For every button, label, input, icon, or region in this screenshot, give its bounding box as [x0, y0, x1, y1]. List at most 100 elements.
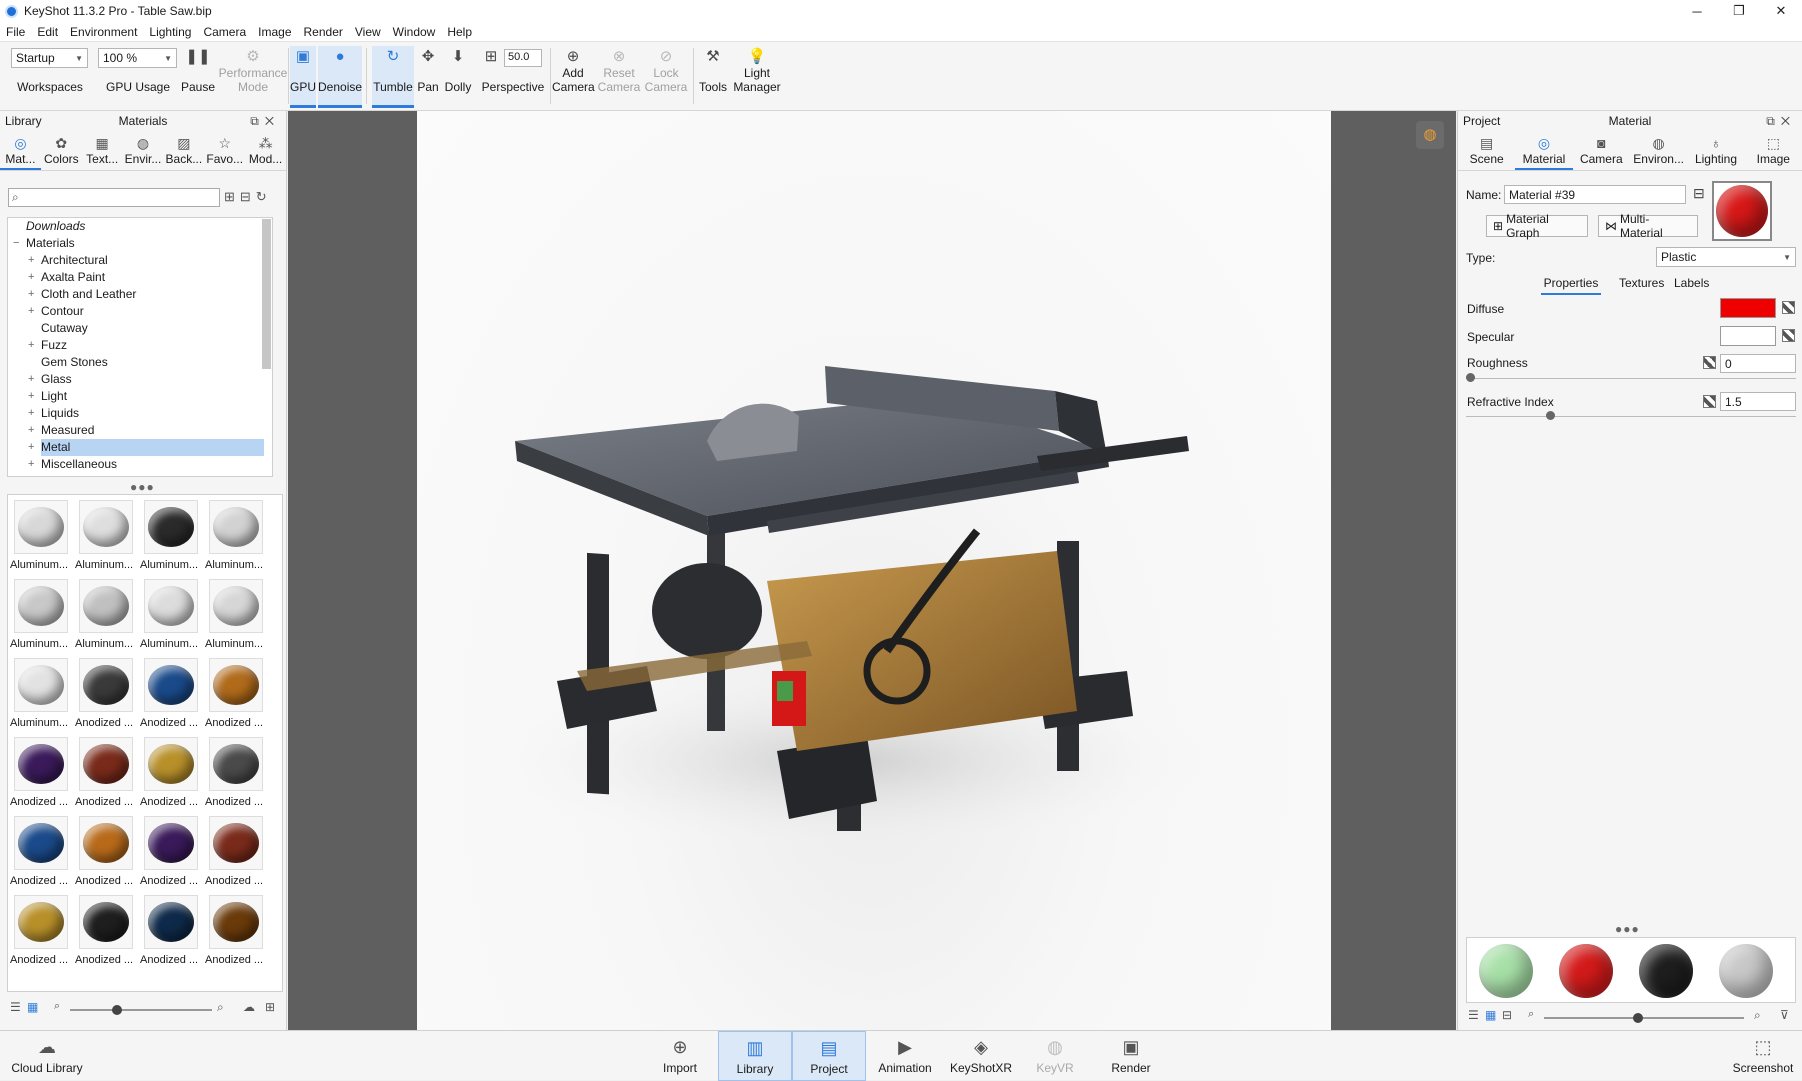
tree-item[interactable]: Cutaway [8, 320, 272, 337]
zoom-in-icon[interactable]: ⌕ [217, 1000, 224, 1015]
specular-texture-icon[interactable] [1782, 329, 1795, 342]
expand-icon[interactable]: + [28, 252, 34, 269]
add-camera-button[interactable]: ⊕ Add Camera [552, 46, 595, 108]
render-button[interactable]: ▣ Render [1104, 1031, 1158, 1081]
cloud-library-button[interactable]: ☁ Cloud Library [8, 1031, 86, 1081]
material-thumbnail[interactable]: Anodized ... [205, 734, 267, 813]
tree-item[interactable]: + Liquids [8, 405, 272, 422]
zoom-in-icon[interactable]: ⌕ [1754, 1008, 1761, 1023]
viewport-globe-icon[interactable]: ◍ [1416, 121, 1444, 149]
scene-material-ball[interactable] [1559, 944, 1613, 998]
material-thumbnail[interactable]: Anodized ... [10, 813, 72, 892]
roughness-slider[interactable] [1466, 378, 1796, 379]
diffuse-texture-icon[interactable] [1782, 301, 1795, 314]
screenshot-button[interactable]: ⬚ Screenshot [1728, 1031, 1798, 1081]
filter-icon[interactable]: ⊽ [1780, 1008, 1789, 1022]
grid-view-icon[interactable]: ▦ [1485, 1008, 1496, 1022]
thumbnail-size-slider[interactable] [1544, 1017, 1744, 1019]
light-manager-button[interactable]: 💡 Light Manager [732, 46, 782, 108]
tab-favorites[interactable]: ☆ Favo... [204, 131, 245, 170]
material-thumbnail[interactable]: Anodized ... [75, 892, 137, 971]
lock-camera-button[interactable]: ⊘ Lock Camera [644, 46, 688, 108]
menu-environment[interactable]: Environment [70, 25, 137, 39]
menu-edit[interactable]: Edit [37, 25, 58, 39]
tree-item[interactable]: + Measured [8, 422, 272, 439]
dolly-button[interactable]: ⬇ Dolly [442, 46, 474, 108]
project-toggle-button[interactable]: ▤ Project [792, 1031, 866, 1081]
material-thumbnail[interactable]: Aluminum... [140, 576, 202, 655]
performance-mode-button[interactable]: ⚙ Performance Mode [218, 46, 288, 108]
scene-material-ball[interactable] [1719, 944, 1773, 998]
splitter-dots[interactable]: ●●● [130, 480, 155, 494]
roughness-input[interactable]: 0 [1720, 354, 1796, 373]
keyvr-button[interactable]: ◍ KeyVR [1030, 1031, 1080, 1081]
material-thumbnail[interactable]: Anodized ... [140, 734, 202, 813]
scene-material-ball[interactable] [1639, 944, 1693, 998]
material-thumbnail[interactable]: Aluminum... [205, 497, 267, 576]
tab-colors[interactable]: ✿ Colors [41, 131, 82, 170]
render-canvas[interactable] [417, 111, 1331, 1030]
minimize-button[interactable]: ─ [1676, 0, 1718, 22]
tree-item[interactable]: + Light [8, 388, 272, 405]
material-thumbnail[interactable]: Anodized ... [140, 813, 202, 892]
expand-icon[interactable]: + [28, 371, 34, 388]
tab-environments[interactable]: ◍ Envir... [123, 131, 164, 170]
reset-camera-button[interactable]: ⊗ Reset Camera [596, 46, 642, 108]
denoise-toggle[interactable]: ● Denoise [318, 46, 362, 108]
folder-actions[interactable]: ⊞⊟↻ [224, 189, 272, 205]
material-thumbnail[interactable]: Aluminum... [10, 497, 72, 576]
material-thumbnail[interactable]: Anodized ... [205, 655, 267, 734]
tree-item[interactable]: + Axalta Paint [8, 269, 272, 286]
roughness-texture-icon[interactable] [1703, 356, 1716, 369]
panel-controls[interactable]: ⧉✕ [1766, 114, 1796, 129]
tree-item[interactable]: + Glass [8, 371, 272, 388]
menu-file[interactable]: File [6, 25, 25, 39]
menu-window[interactable]: Window [393, 25, 436, 39]
menu-image[interactable]: Image [258, 25, 291, 39]
tab-environment[interactable]: ◍ Environ... [1630, 131, 1687, 170]
expand-icon[interactable]: + [28, 405, 34, 422]
material-thumbnail[interactable]: Anodized ... [10, 892, 72, 971]
refractive-index-input[interactable]: 1.5 [1720, 392, 1796, 411]
field-of-view-input[interactable]: 50.0 [504, 49, 542, 67]
material-graph-button[interactable]: ⊞ Material Graph [1486, 212, 1588, 240]
subtab-labels[interactable]: Labels [1674, 276, 1709, 290]
refractive-index-slider[interactable] [1466, 416, 1796, 417]
import-button[interactable]: ⊕ Import [650, 1031, 710, 1081]
list-view-icon[interactable]: ☰ [1468, 1008, 1479, 1022]
material-preview[interactable] [1712, 181, 1772, 241]
multi-material-button[interactable]: ⋈ Multi-Material [1598, 212, 1698, 240]
library-toggle-button[interactable]: ▥ Library [718, 1031, 792, 1081]
menu-render[interactable]: Render [304, 25, 343, 39]
tab-models[interactable]: ⁂ Mod... [245, 131, 286, 170]
tree-view-icon[interactable]: ⊟ [1502, 1008, 1512, 1022]
pause-button[interactable]: ❚❚ Pause [180, 46, 216, 108]
collapse-icon[interactable]: − [13, 235, 19, 252]
library-search-input[interactable]: ⌕ [8, 188, 220, 207]
scene-material-ball[interactable] [1479, 944, 1533, 998]
material-type-select[interactable]: Plastic ▼ [1656, 247, 1796, 267]
expand-icon[interactable]: + [28, 456, 34, 473]
tumble-button[interactable]: ↻ Tumble [372, 46, 414, 108]
slider-knob[interactable] [1633, 1013, 1643, 1023]
material-thumbnail[interactable]: Aluminum... [10, 576, 72, 655]
tree-item[interactable]: + Contour [8, 303, 272, 320]
close-button[interactable]: ✕ [1760, 0, 1802, 22]
slider-knob[interactable] [112, 1005, 122, 1015]
expand-icon[interactable]: + [28, 388, 34, 405]
grid-view-icon[interactable]: ▦ [27, 1000, 38, 1014]
tab-lighting[interactable]: ♁ Lighting [1687, 131, 1744, 170]
tree-item[interactable]: + Fuzz [8, 337, 272, 354]
material-thumbnail[interactable]: Aluminum... [140, 497, 202, 576]
material-thumbnail[interactable]: Aluminum... [205, 576, 267, 655]
zoom-out-icon[interactable]: ⌕ [1528, 1008, 1534, 1021]
refractive-texture-icon[interactable] [1703, 395, 1716, 408]
expand-icon[interactable]: + [28, 439, 34, 456]
tab-scene[interactable]: ▤ Scene [1458, 131, 1515, 170]
material-thumbnail[interactable]: Anodized ... [205, 813, 267, 892]
perspective-button[interactable]: Perspective [480, 80, 546, 100]
splitter-dots[interactable]: ●●● [1615, 922, 1640, 936]
material-thumbnail[interactable]: Aluminum... [10, 655, 72, 734]
diffuse-color-swatch[interactable] [1720, 298, 1776, 318]
pan-button[interactable]: ✥ Pan [416, 46, 440, 108]
